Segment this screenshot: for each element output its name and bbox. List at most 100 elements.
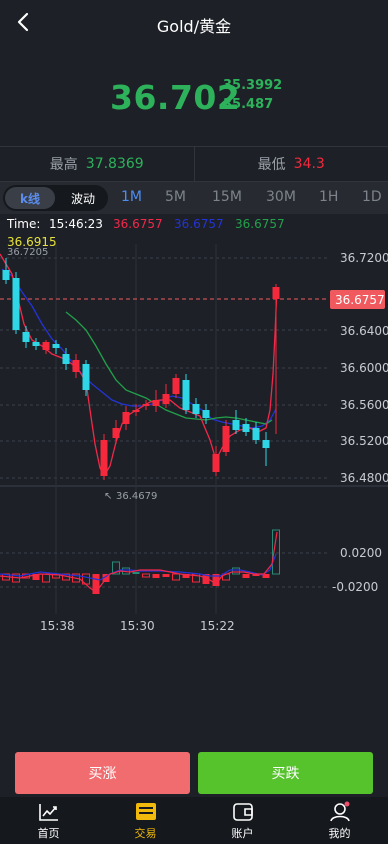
notification-dot (344, 801, 349, 807)
time-value: 15:46:23 (49, 217, 103, 231)
period-15m[interactable]: 15M (212, 189, 242, 205)
macd-bar (242, 574, 250, 578)
nav-item-home[interactable]: 首页 (0, 797, 97, 844)
candles (2, 258, 280, 480)
current-price: 36.702 (110, 78, 241, 117)
ma-blue-value: 36.6757 (174, 217, 224, 231)
candle-body (232, 420, 240, 430)
bottom-nav: 首页 交易 账户 我的 (0, 797, 388, 844)
ma-green-value: 36.6757 (235, 217, 285, 231)
x-axis-labels: 15:38 15:30 15:22 (40, 619, 235, 633)
candle-body (142, 404, 150, 406)
macd-bar (42, 573, 50, 583)
candle-body (112, 428, 120, 438)
candle-body (82, 364, 90, 390)
y-tick-label: 36.7200 (340, 251, 388, 265)
candle-body (2, 270, 10, 280)
period-1h[interactable]: 1H (319, 189, 338, 205)
wallet-icon (232, 803, 253, 821)
y-axis-labels: 36.7200 36.6400 36.6000 36.5600 36.5200 … (340, 251, 388, 485)
x-tick-label: 15:22 (200, 619, 235, 633)
macd-bar (132, 572, 140, 574)
y-tick-label: 36.4800 (340, 471, 388, 485)
low-label: 最低 (257, 157, 286, 173)
high-value: 37.8369 (85, 156, 144, 172)
high-cell: 最高 37.8369 (0, 147, 194, 181)
x-tick-label: 15:30 (120, 619, 155, 633)
period-1d[interactable]: 1D (362, 189, 382, 205)
macd-axis-labels: 0.0200 -0.0200 (332, 546, 382, 594)
candle-body (52, 344, 60, 348)
candle-body (202, 410, 210, 418)
macd-bar (152, 574, 160, 578)
low-value: 34.3 (293, 156, 325, 172)
period-30m[interactable]: 30M (266, 189, 296, 205)
nav-item-account[interactable]: 账户 (194, 797, 291, 844)
candle-body (222, 426, 230, 452)
nav-label-me: 我的 (328, 827, 351, 840)
candle-body (212, 454, 220, 472)
candle-body (152, 400, 160, 406)
candle-body (100, 440, 108, 476)
macd-bar (232, 567, 240, 575)
macd-tick-label: -0.0200 (332, 580, 378, 594)
candle-body (242, 424, 250, 432)
candle-body (262, 440, 270, 448)
candle-body (122, 412, 130, 424)
user-icon (329, 801, 350, 822)
macd-bars (2, 529, 280, 594)
trade-icon (135, 803, 156, 820)
nav-item-trade[interactable]: 交易 (97, 797, 194, 844)
y-tick-label: 36.6000 (340, 361, 388, 375)
chart-tabs: k线 波动 1M 5M 15M 30M 1H 1D (0, 182, 388, 214)
nav-label-account: 账户 (231, 827, 254, 840)
macd-blue-line (0, 553, 277, 581)
chart-mode-toggle: k线 波动 (3, 185, 108, 211)
candle-body (272, 287, 280, 299)
min-price-marker: ↖ (104, 491, 112, 502)
candle-body (72, 360, 80, 372)
candle-body (182, 380, 190, 410)
price-gridlines (0, 257, 330, 479)
candle-body (12, 278, 20, 330)
top-bar: Gold/黄金 (0, 0, 388, 46)
y-tick-label: 36.5600 (340, 398, 388, 412)
high-label: 最高 (49, 157, 78, 173)
candle-body (192, 404, 200, 414)
period-5m[interactable]: 5M (165, 189, 186, 205)
price-change: 35.3992 (223, 78, 283, 93)
y-tick-label: 36.5200 (340, 434, 388, 448)
buy-down-button[interactable]: 买跌 (198, 752, 373, 794)
high-low-row: 最高 37.8369 最低 34.3 (0, 146, 388, 182)
candle-body (62, 354, 70, 364)
macd-bar (142, 573, 150, 578)
low-cell: 最低 34.3 (193, 147, 388, 181)
page-title: Gold/黄金 (156, 17, 232, 36)
chart-icon (38, 804, 58, 821)
ma-red-value: 36.6757 (113, 217, 163, 231)
price-change-secondary: 35.487 (223, 97, 274, 112)
period-1m[interactable]: 1M (121, 189, 142, 205)
candle-body (32, 342, 40, 346)
tab-wave[interactable]: 波动 (59, 187, 107, 209)
max-price-label: 36.7205 (7, 247, 48, 258)
buy-up-button[interactable]: 买涨 (15, 752, 190, 794)
candle-body (42, 342, 50, 350)
nav-label-trade: 交易 (134, 827, 157, 840)
candle-body (172, 378, 180, 394)
current-price-tag-label: 36.6757 (335, 293, 385, 307)
macd-bar (172, 573, 180, 581)
price-block: 36.702 35.3992 35.487 (0, 70, 388, 128)
ma-red-line (0, 253, 278, 478)
tab-kline[interactable]: k线 (5, 187, 55, 209)
candle-body (22, 332, 30, 342)
candle-body (162, 394, 170, 404)
min-price-label: 36.4679 (116, 491, 157, 502)
nav-label-home: 首页 (37, 827, 60, 840)
candle-body (132, 410, 140, 412)
kline-chart[interactable]: Time: 15:46:23 36.6757 36.6757 36.6757 3… (0, 214, 388, 644)
x-tick-label: 15:38 (40, 619, 75, 633)
candle-body (252, 428, 260, 440)
macd-red-line (0, 531, 278, 593)
nav-item-me[interactable]: 我的 (291, 797, 388, 844)
